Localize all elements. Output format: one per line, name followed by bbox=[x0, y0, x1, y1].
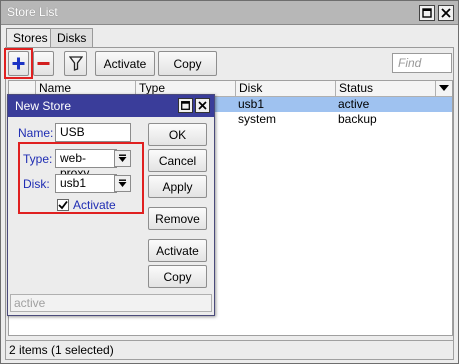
dialog-status-bar: active bbox=[10, 294, 212, 312]
disk-select-value: usb1 bbox=[60, 176, 87, 190]
remove-button-label: Remove bbox=[155, 211, 200, 226]
cancel-button[interactable]: Cancel bbox=[148, 149, 207, 172]
chevron-down-icon bbox=[118, 179, 127, 187]
store-list-window: Store List Stores Disks Activate Copy Fi… bbox=[0, 0, 459, 364]
dialog-title: New Store bbox=[15, 99, 72, 113]
dialog-close-icon[interactable] bbox=[195, 98, 210, 113]
activate-button[interactable]: Activate bbox=[95, 51, 155, 76]
checkmark-icon bbox=[58, 200, 68, 210]
name-field-value: USB bbox=[60, 125, 85, 139]
dialog-activate-button[interactable]: Activate bbox=[148, 239, 207, 262]
column-menu-button[interactable] bbox=[435, 81, 452, 97]
disk-label: Disk: bbox=[23, 177, 50, 191]
remove-button[interactable]: Remove bbox=[148, 207, 207, 230]
minus-icon bbox=[37, 62, 50, 65]
dialog-status-text: active bbox=[14, 296, 46, 310]
type-dropdown-button[interactable] bbox=[114, 150, 131, 167]
name-label: Name: bbox=[18, 126, 54, 140]
column-disk[interactable]: Disk bbox=[235, 81, 335, 97]
new-store-dialog: New Store Name: USB Type: web-proxy Disk… bbox=[7, 94, 215, 316]
copy-button-label: Copy bbox=[173, 56, 202, 71]
disk-dropdown-button[interactable] bbox=[114, 175, 131, 192]
apply-button-label: Apply bbox=[162, 179, 193, 194]
dialog-copy-button-label: Copy bbox=[163, 269, 192, 284]
activate-button-label: Activate bbox=[103, 56, 147, 71]
row-status: active bbox=[338, 97, 370, 111]
dialog-restore-icon[interactable] bbox=[178, 98, 193, 113]
tab-stores-label: Stores bbox=[13, 31, 48, 45]
row-disk: usb1 bbox=[238, 97, 265, 111]
dialog-copy-button[interactable]: Copy bbox=[148, 265, 207, 288]
ok-button[interactable]: OK bbox=[148, 123, 207, 146]
tab-disks-label: Disks bbox=[57, 31, 87, 45]
remove-button[interactable] bbox=[33, 51, 54, 76]
disk-select[interactable]: usb1 bbox=[55, 174, 117, 193]
copy-button[interactable]: Copy bbox=[158, 51, 217, 76]
type-label: Type: bbox=[23, 152, 53, 166]
tab-stores[interactable]: Stores bbox=[6, 28, 55, 49]
filter-icon bbox=[68, 56, 83, 71]
activate-checkbox[interactable] bbox=[57, 199, 69, 211]
close-icon[interactable] bbox=[438, 5, 454, 21]
status-bar: 2 items (1 selected) bbox=[5, 340, 454, 360]
activate-checkbox-label[interactable]: Activate bbox=[73, 198, 116, 212]
window-title: Store List bbox=[7, 5, 58, 19]
filter-button[interactable] bbox=[64, 51, 87, 76]
status-bar-text: 2 items (1 selected) bbox=[9, 343, 114, 357]
dialog-titlebar[interactable]: New Store bbox=[8, 95, 214, 117]
dropdown-arrow-icon bbox=[439, 85, 449, 91]
row-status: backup bbox=[338, 112, 377, 126]
find-input[interactable]: Find bbox=[392, 53, 452, 73]
type-select[interactable]: web-proxy bbox=[55, 149, 117, 180]
ok-button-label: OK bbox=[168, 127, 187, 142]
column-status[interactable]: Status bbox=[335, 81, 435, 97]
window-titlebar[interactable]: Store List bbox=[1, 1, 458, 25]
restore-icon[interactable] bbox=[419, 5, 435, 21]
cancel-button-label: Cancel bbox=[158, 153, 197, 168]
dialog-activate-button-label: Activate bbox=[156, 243, 199, 258]
add-button-highlight bbox=[4, 48, 33, 79]
name-field[interactable]: USB bbox=[55, 123, 131, 142]
tab-disks[interactable]: Disks bbox=[50, 28, 94, 48]
find-placeholder: Find bbox=[398, 56, 422, 70]
row-disk: system bbox=[238, 112, 277, 126]
chevron-down-icon bbox=[118, 154, 127, 162]
apply-button[interactable]: Apply bbox=[148, 175, 207, 198]
